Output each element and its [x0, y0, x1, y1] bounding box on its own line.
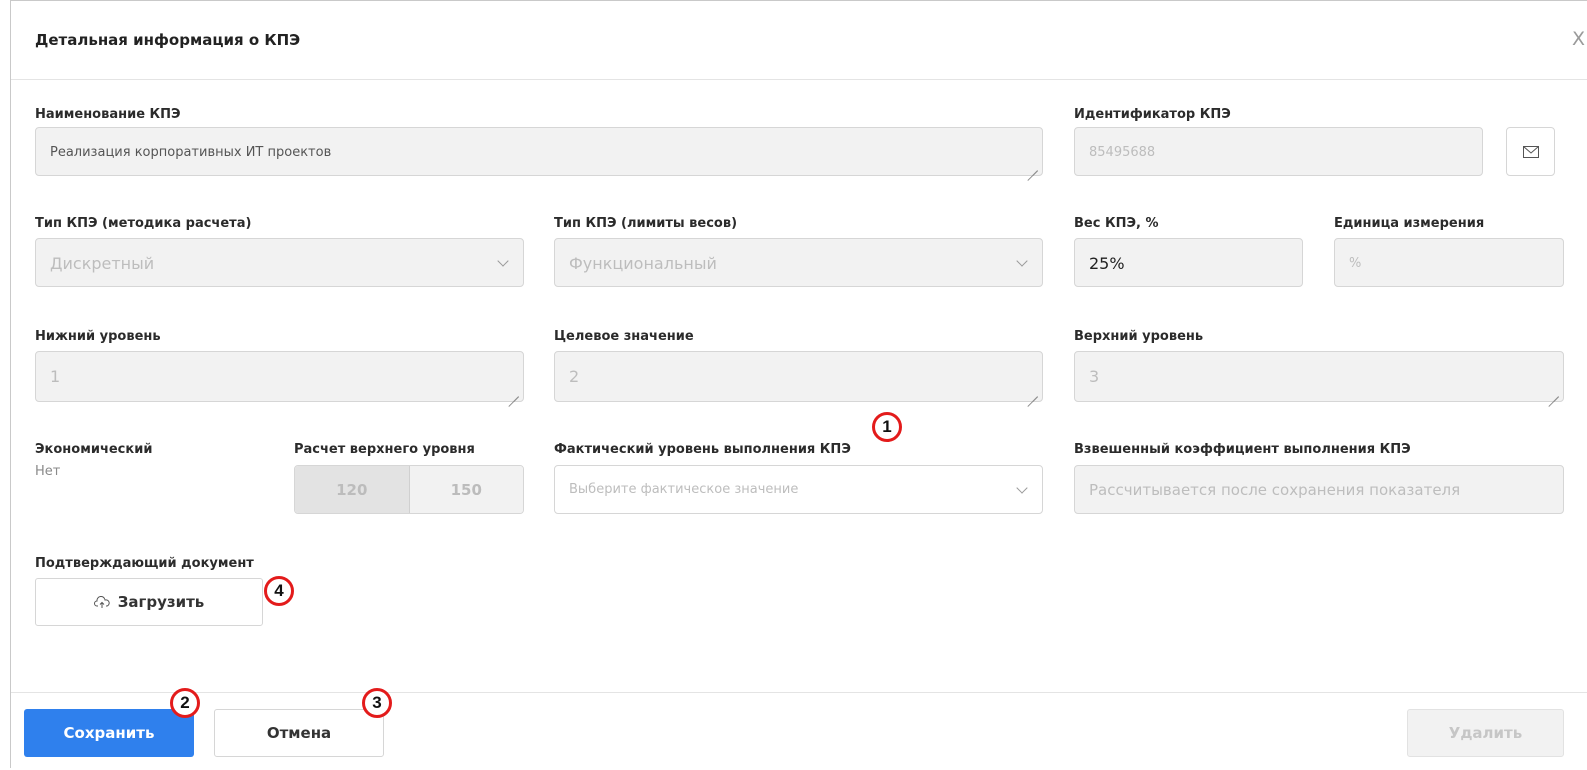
kpi-identifier-label: Идентификатор КПЭ [1074, 107, 1231, 122]
actual-level-label: Фактический уровень выполнения КПЭ [554, 442, 851, 457]
upper-level-label: Верхний уровень [1074, 329, 1204, 344]
envelope-icon [1523, 146, 1539, 158]
resize-grip-icon[interactable] [1028, 161, 1038, 171]
weighted-coef-field: Рассчитывается после сохранения показате… [1074, 465, 1564, 514]
kpi-detail-dialog: Детальная информация о КПЭ X Наименовани… [10, 0, 1587, 768]
weighted-coef-label: Взвешенный коэффициент выполнения КПЭ [1074, 442, 1411, 457]
resize-grip-icon[interactable] [509, 387, 519, 397]
upper-calc-toggle[interactable]: 120 150 [294, 465, 524, 514]
chevron-down-icon [1016, 482, 1028, 494]
actual-level-placeholder: Выберите фактическое значение [569, 482, 799, 497]
upper-calc-option-120[interactable]: 120 [295, 466, 410, 513]
resize-grip-icon[interactable] [1028, 387, 1038, 397]
target-value-label: Целевое значение [554, 329, 694, 344]
target-value-value: 2 [569, 367, 580, 386]
save-button[interactable]: Сохранить [24, 709, 194, 757]
upper-level-value: 3 [1089, 367, 1100, 386]
target-value-field[interactable]: 2 [554, 351, 1043, 402]
weight-label: Вес КПЭ, % [1074, 216, 1159, 231]
weight-field[interactable]: 25% [1074, 238, 1303, 287]
limit-type-select[interactable]: Функциональный [554, 238, 1043, 287]
cloud-upload-icon [93, 595, 110, 608]
dialog-footer: Сохранить Отмена Удалить [11, 692, 1587, 770]
lower-level-label: Нижний уровень [35, 329, 161, 344]
unit-label: Единица измерения [1334, 216, 1485, 231]
annotation-badge-4: 4 [264, 576, 294, 606]
kpi-name-value: Реализация корпоративных ИТ проектов [50, 145, 332, 160]
kpi-identifier-value: 85495688 [1089, 145, 1156, 160]
upload-button[interactable]: Загрузить [35, 578, 263, 626]
limit-type-value: Функциональный [569, 254, 717, 273]
chevron-down-icon [1016, 255, 1028, 267]
calc-type-label: Тип КПЭ (методика расчета) [35, 216, 252, 231]
weight-value: 25% [1089, 254, 1125, 273]
identifier-mail-button[interactable] [1506, 127, 1555, 176]
close-icon[interactable]: X [1572, 28, 1585, 50]
delete-button[interactable]: Удалить [1407, 709, 1564, 757]
cancel-button[interactable]: Отмена [214, 709, 384, 757]
dialog-header: Детальная информация о КПЭ X [11, 1, 1587, 80]
calc-type-value: Дискретный [50, 254, 155, 273]
upper-level-field[interactable]: 3 [1074, 351, 1564, 402]
document-label: Подтверждающий документ [35, 556, 254, 571]
resize-grip-icon[interactable] [1549, 387, 1559, 397]
unit-field: % [1334, 238, 1564, 287]
annotation-badge-3: 3 [362, 688, 392, 718]
kpi-name-field[interactable]: Реализация корпоративных ИТ проектов [35, 127, 1043, 176]
actual-level-select[interactable]: Выберите фактическое значение [554, 465, 1043, 514]
unit-value: % [1349, 256, 1362, 271]
upper-calc-option-150[interactable]: 150 [409, 466, 523, 513]
annotation-badge-2: 2 [170, 688, 200, 718]
limit-type-label: Тип КПЭ (лимиты весов) [554, 216, 738, 231]
economic-label: Экономический [35, 442, 153, 457]
kpi-identifier-field: 85495688 [1074, 127, 1483, 176]
kpi-name-label: Наименование КПЭ [35, 107, 181, 122]
annotation-badge-1: 1 [872, 412, 902, 442]
chevron-down-icon [497, 255, 509, 267]
lower-level-field[interactable]: 1 [35, 351, 524, 402]
economic-value: Нет [35, 464, 61, 479]
dialog-title: Детальная информация о КПЭ [35, 31, 301, 49]
upload-button-label: Загрузить [117, 593, 205, 611]
lower-level-value: 1 [50, 367, 61, 386]
calc-type-select[interactable]: Дискретный [35, 238, 524, 287]
upper-calc-label: Расчет верхнего уровня [294, 442, 475, 457]
weighted-coef-value: Рассчитывается после сохранения показате… [1089, 481, 1461, 499]
